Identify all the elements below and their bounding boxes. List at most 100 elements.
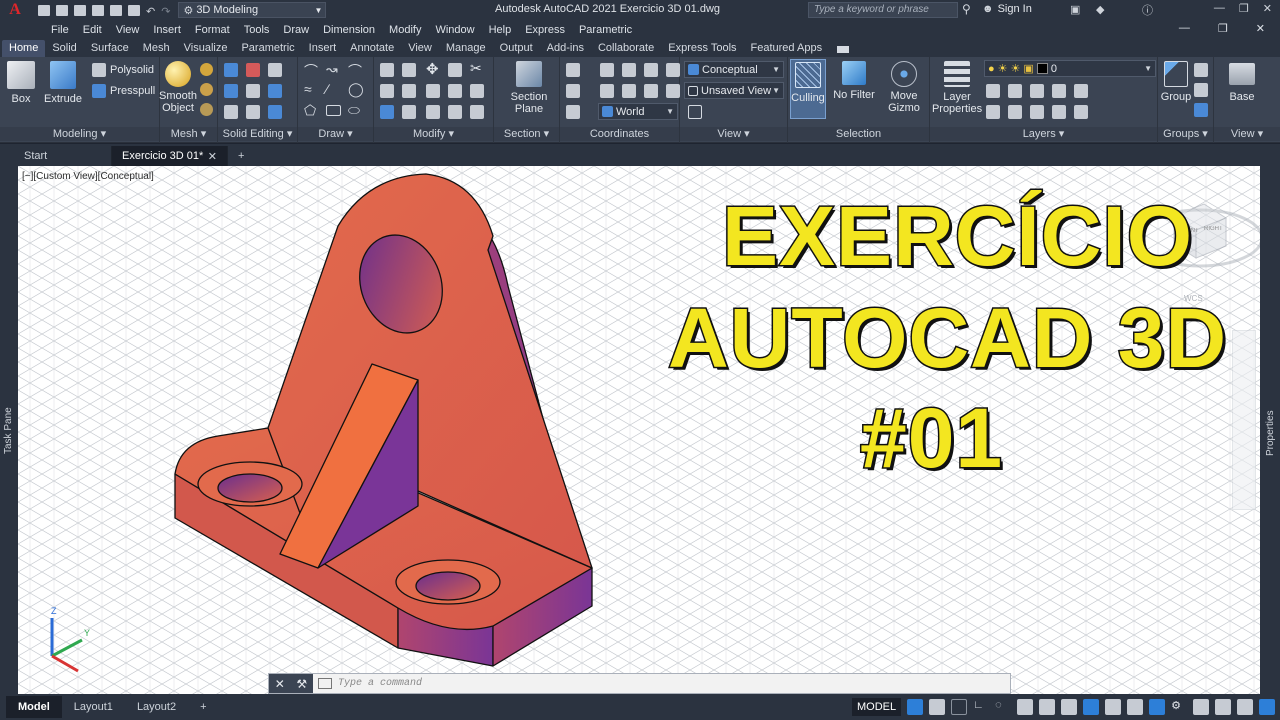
spline-icon[interactable]: ≈ [304,81,312,97]
line2-icon[interactable]: ∕ [326,81,328,97]
plot-icon[interactable] [128,4,140,16]
workspace-dropdown[interactable]: ⚙ 3D Modeling ▼ [178,2,327,18]
layer-match-icon[interactable] [1074,84,1088,98]
separate-icon[interactable] [268,105,282,119]
doc-restore-icon[interactable]: ❐ [1211,22,1235,35]
menu-parametric[interactable]: Parametric [572,24,639,36]
search-icon[interactable]: ⚲ [962,2,971,16]
doc-minimize-icon[interactable]: — [1172,22,1197,35]
ucs-zaxis-icon[interactable] [666,84,680,98]
doc-close-icon[interactable]: ✕ [1249,22,1272,35]
solid-editing-panel-title[interactable]: Solid Editing ▾ [218,127,297,141]
smooth-object-button[interactable]: Smooth Object [159,61,197,114]
extract-edges-icon[interactable] [224,105,238,119]
mesh-refine-icon[interactable] [200,103,213,116]
base-view-button[interactable]: Base [1222,63,1262,103]
groups-panel-title[interactable]: Groups ▾ [1158,127,1213,141]
tab-surface[interactable]: Surface [84,40,136,57]
snap-icon[interactable] [929,699,946,715]
ucs-view-icon[interactable] [566,84,580,98]
3d-array-icon[interactable] [380,105,394,119]
connect-icon[interactable]: ◆ [1096,3,1104,16]
view-base-panel-title[interactable]: View ▾ [1214,127,1280,141]
layers-panel-title[interactable]: Layers ▾ [930,127,1157,141]
menu-view[interactable]: View [109,24,147,36]
polysolid-button[interactable]: Polysolid [92,63,154,77]
shell-icon[interactable] [246,105,260,119]
copy-icon[interactable] [448,63,462,77]
menu-help[interactable]: Help [482,24,519,36]
ucs-x-icon[interactable] [622,63,636,77]
tab-solid[interactable]: Solid [45,40,83,57]
section-plane-button[interactable]: Section Plane [504,61,554,115]
3d-rotate-icon[interactable] [402,63,416,77]
layer-dropdown[interactable]: ● ☀ ☀ ▣ 0 ▼ [984,60,1156,77]
box-button[interactable]: Box [4,61,38,105]
selection-panel-title[interactable]: Selection [788,127,929,141]
stretch-icon[interactable] [402,105,416,119]
annotation-monitor-icon[interactable] [1193,699,1210,715]
tab-model[interactable]: Model [6,696,62,718]
ortho-icon[interactable]: ∟ [973,699,989,715]
undo-icon[interactable]: ↶ [146,5,155,18]
tab-express-tools[interactable]: Express Tools [661,40,743,57]
close-icon[interactable]: ✕ [275,677,285,691]
mesh-panel-title[interactable]: Mesh ▾ [160,127,217,141]
new-tab-button[interactable]: + [228,146,254,166]
viewport-controls-label[interactable]: [−][Custom View][Conceptual] [22,171,154,182]
tab-visualize[interactable]: Visualize [177,40,235,57]
group-button[interactable]: Group [1160,61,1192,103]
tab-annotate[interactable]: Annotate [343,40,401,57]
command-history-icon[interactable] [318,678,332,689]
layer-thaw-icon[interactable] [1030,105,1044,119]
ucs-icon[interactable] [566,63,580,77]
add-layout-button[interactable]: + [188,696,218,718]
menu-modify[interactable]: Modify [382,24,428,36]
tab-home[interactable]: Home [2,40,46,57]
visual-style-dropdown[interactable]: Conceptual ▼ [684,61,784,78]
ucs-dropdown[interactable]: World ▼ [598,103,678,120]
polar-icon[interactable]: ◌ [995,699,1011,715]
group-edit-icon[interactable] [1194,83,1208,97]
draw-panel-title[interactable]: Draw ▾ [298,127,373,141]
grid-icon[interactable] [907,699,924,715]
section-panel-title[interactable]: Section ▾ [494,127,559,141]
rotate-icon[interactable] [426,84,440,98]
ucs-y-icon[interactable] [644,63,658,77]
named-view-dropdown[interactable]: Unsaved View ▼ [684,82,784,99]
minimize-icon[interactable]: — [1214,2,1225,15]
menu-window[interactable]: Window [428,24,481,36]
cart-icon[interactable]: ▣ [1070,3,1080,16]
navigation-bar[interactable] [1232,330,1256,510]
tab-add-ins[interactable]: Add-ins [540,40,591,57]
ellipse-icon[interactable]: ⬭ [348,102,360,119]
command-input[interactable]: Type a command [332,678,422,689]
isolate-objects-icon[interactable] [1259,699,1276,715]
polyline-icon[interactable]: ↝ [326,61,338,78]
3d-align-icon[interactable] [402,84,416,98]
offset-icon[interactable] [448,105,462,119]
group-select-icon[interactable] [1194,103,1208,117]
circle-icon[interactable]: ◯ [348,81,364,98]
explode-icon[interactable] [470,105,484,119]
ucs-3point-icon[interactable] [644,84,658,98]
tab-collaborate[interactable]: Collaborate [591,40,661,57]
transparency-icon[interactable] [1127,699,1144,715]
open-file-icon[interactable] [56,4,68,16]
ribbon-minimize-icon[interactable] [837,46,850,53]
tab-view[interactable]: View [401,40,439,57]
tab-featured-apps[interactable]: Featured Apps [744,40,830,57]
menu-tools[interactable]: Tools [237,24,277,36]
view-panel-title[interactable]: View ▾ [680,127,787,141]
dynamic-ucs-icon[interactable] [1083,699,1100,715]
menu-format[interactable]: Format [188,24,237,36]
ucs-z-icon[interactable] [666,63,680,77]
osnap-icon[interactable] [1039,699,1056,715]
menu-express[interactable]: Express [518,24,572,36]
tab-exercicio-3d-01[interactable]: Exercicio 3D 01* ✕ [112,146,228,166]
tab-parametric[interactable]: Parametric [234,40,301,57]
tab-start[interactable]: Start [0,146,112,166]
layer-unisolate-icon[interactable] [1008,105,1022,119]
task-pane-bar[interactable]: Task Pane [0,166,18,694]
autocad-logo-icon[interactable]: A [0,0,30,20]
